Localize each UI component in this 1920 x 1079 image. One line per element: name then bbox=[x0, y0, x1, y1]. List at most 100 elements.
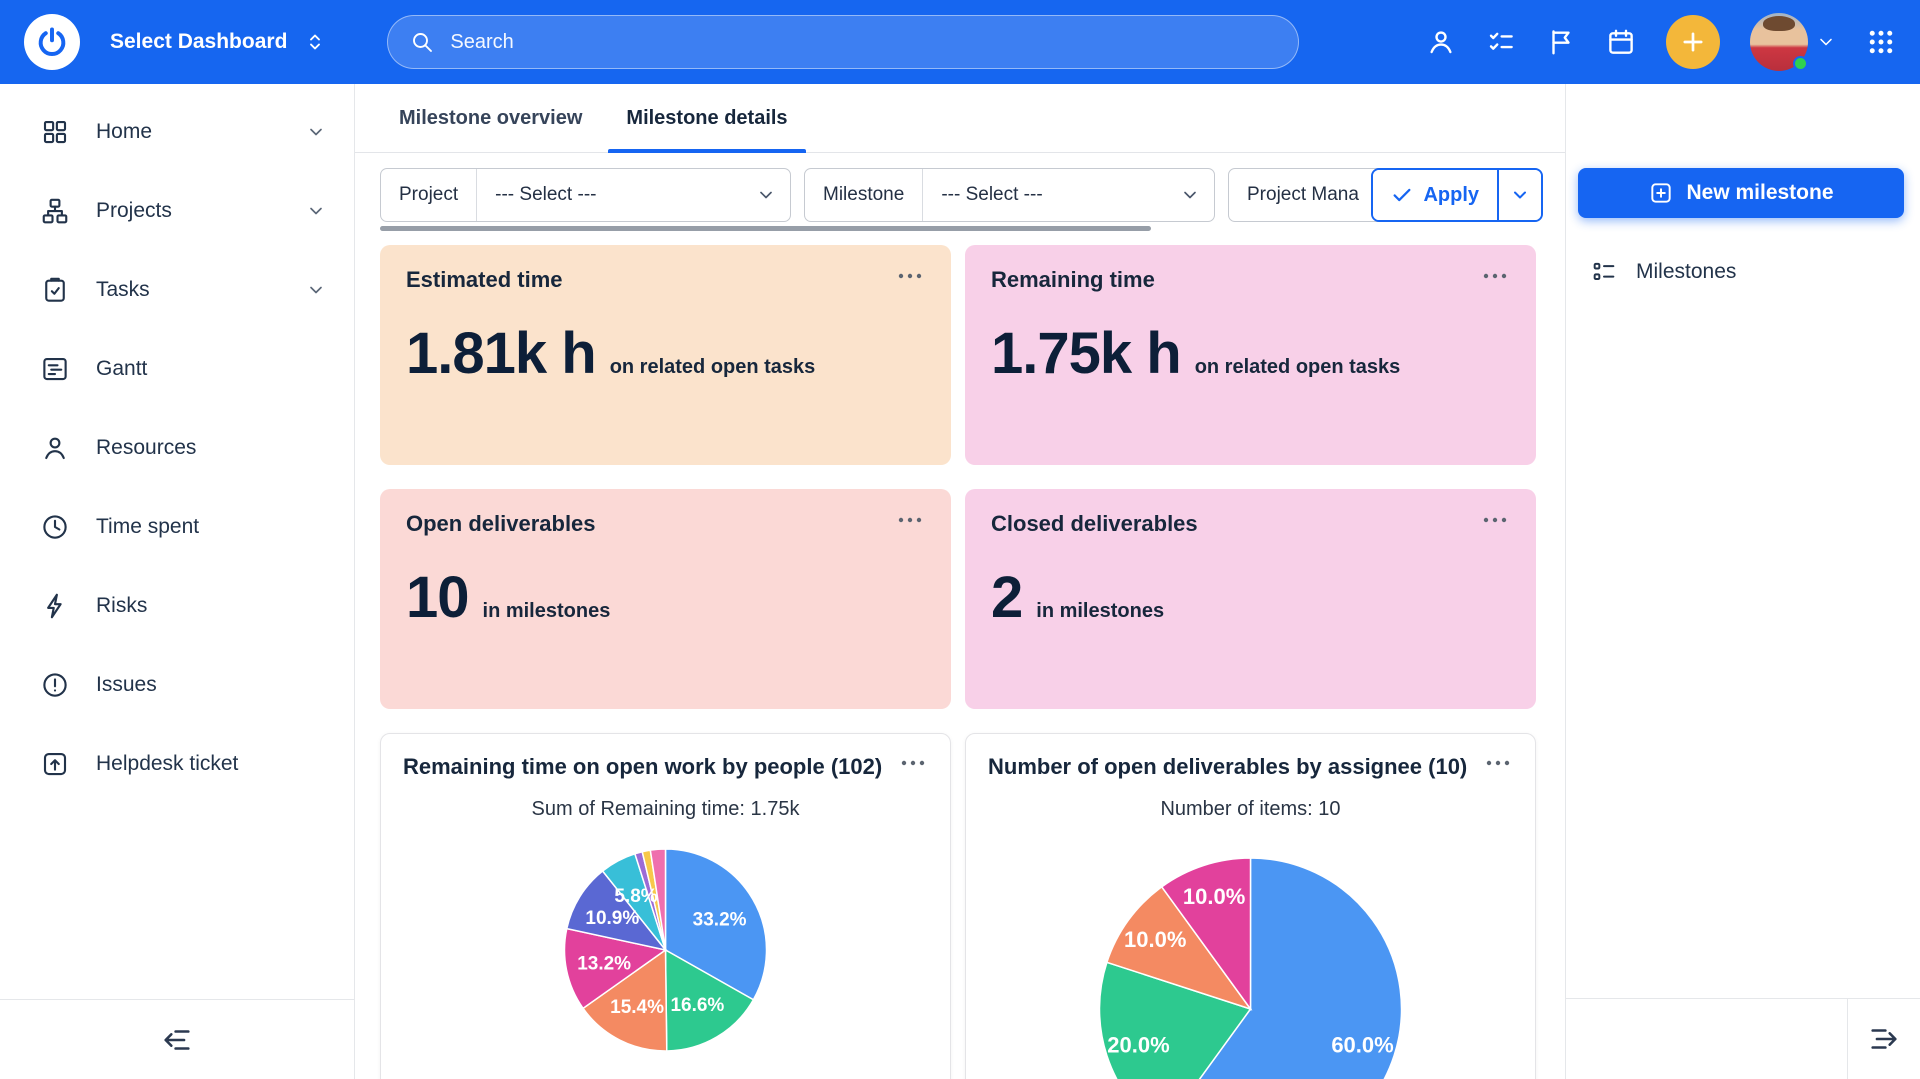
check-icon bbox=[1391, 184, 1413, 206]
sidebar-item-time-spent[interactable]: Time spent bbox=[0, 487, 354, 566]
ellipsis-icon bbox=[1482, 515, 1508, 525]
sidebar-item-label: Time spent bbox=[96, 515, 326, 539]
kpi-card-remaining-time: Remaining time 1.75k h on related open t… bbox=[965, 245, 1536, 465]
milestone-list-icon bbox=[1590, 258, 1618, 286]
sidebar-item-tasks[interactable]: Tasks bbox=[0, 250, 354, 329]
apply-button-group: Apply bbox=[1371, 168, 1543, 222]
sidebar-item-resources[interactable]: Resources bbox=[0, 408, 354, 487]
filter-milestone: Milestone --- Select --- bbox=[804, 168, 1215, 222]
sidebar-item-issues[interactable]: Issues bbox=[0, 645, 354, 724]
issue-icon bbox=[40, 670, 70, 700]
tab-milestone-details[interactable]: Milestone details bbox=[608, 84, 805, 152]
chart-title: Remaining time on open work by people (1… bbox=[403, 754, 882, 780]
select-value: --- Select --- bbox=[941, 184, 1042, 206]
tab-bar: Milestone overview Milestone details bbox=[355, 84, 1565, 153]
select-value: --- Select --- bbox=[495, 184, 596, 206]
pie-slice-label: 5.8% bbox=[614, 886, 657, 907]
sidebar-item-label: Issues bbox=[96, 673, 326, 697]
sidebar-item-gantt[interactable]: Gantt bbox=[0, 329, 354, 408]
sidebar-item-label: Home bbox=[96, 120, 280, 144]
filter-bar: Project --- Select --- Milestone --- Sel… bbox=[380, 168, 1543, 222]
pie-chart-remaining-time: 33.2%16.6%15.4%13.2%10.9%5.8% bbox=[403, 825, 928, 1079]
chevron-down-icon[interactable] bbox=[306, 201, 326, 221]
apply-label: Apply bbox=[1423, 184, 1479, 207]
kpi-value: 1.75k h bbox=[991, 325, 1181, 383]
card-menu-button[interactable] bbox=[898, 754, 928, 772]
sidebar-item-label: Risks bbox=[96, 594, 326, 618]
resources-icon bbox=[40, 433, 70, 463]
checklist-icon[interactable] bbox=[1486, 27, 1516, 57]
user-icon[interactable] bbox=[1426, 27, 1456, 57]
apply-button[interactable]: Apply bbox=[1373, 170, 1497, 220]
sidebar-item-label: Projects bbox=[96, 199, 280, 223]
page-layout: Home Projects Tasks bbox=[0, 84, 1920, 1079]
expand-panel-icon[interactable] bbox=[1867, 1022, 1901, 1056]
sidebar-nav: Home Projects Tasks bbox=[0, 84, 354, 803]
search-input[interactable] bbox=[448, 30, 1276, 55]
card-menu-button[interactable] bbox=[1480, 267, 1510, 285]
sidebar-item-helpdesk-ticket[interactable]: Helpdesk ticket bbox=[0, 724, 354, 803]
panel-item-milestones[interactable]: Milestones bbox=[1578, 250, 1904, 294]
filter-label: Project Mana bbox=[1247, 184, 1359, 206]
tab-label: Milestone overview bbox=[399, 107, 582, 130]
collapse-sidebar-icon[interactable] bbox=[160, 1023, 194, 1057]
kpi-caption: in milestones bbox=[1036, 600, 1164, 623]
expand-panel-box bbox=[1847, 999, 1920, 1079]
kpi-grid: Estimated time 1.81k h on related open t… bbox=[380, 245, 1543, 709]
apply-dropdown-button[interactable] bbox=[1497, 170, 1541, 220]
pie-slice-label: 16.6% bbox=[670, 995, 724, 1016]
kpi-value: 2 bbox=[991, 569, 1022, 627]
sidebar-item-label: Resources bbox=[96, 436, 326, 460]
plus-icon bbox=[1679, 28, 1707, 56]
search-bar[interactable] bbox=[387, 15, 1299, 69]
filter-project: Project --- Select --- bbox=[380, 168, 791, 222]
sidebar-item-projects[interactable]: Projects bbox=[0, 171, 354, 250]
chart-subtitle: Number of items: 10 bbox=[988, 798, 1513, 821]
ellipsis-icon bbox=[900, 758, 926, 768]
chevron-down-icon[interactable] bbox=[306, 122, 326, 142]
search-icon bbox=[410, 30, 434, 54]
sidebar-item-label: Helpdesk ticket bbox=[96, 752, 326, 776]
tab-label: Milestone details bbox=[626, 107, 787, 130]
chart-card-remaining-time-by-people: Remaining time on open work by people (1… bbox=[380, 733, 951, 1079]
sidebar: Home Projects Tasks bbox=[0, 84, 355, 1079]
helpdesk-icon bbox=[40, 749, 70, 779]
avatar[interactable] bbox=[1750, 13, 1808, 71]
chevron-down-icon bbox=[1510, 185, 1530, 205]
add-button[interactable] bbox=[1666, 15, 1720, 69]
filter-label: Milestone bbox=[805, 169, 923, 221]
app-logo[interactable] bbox=[24, 14, 80, 70]
tasks-icon bbox=[40, 275, 70, 305]
tab-milestone-overview[interactable]: Milestone overview bbox=[381, 84, 600, 152]
new-milestone-label: New milestone bbox=[1686, 181, 1833, 205]
pie-chart-deliverables: 60.0%20.0%10.0%10.0% bbox=[988, 825, 1513, 1079]
dashboard-selector[interactable]: Select Dashboard bbox=[110, 30, 327, 54]
card-menu-button[interactable] bbox=[1480, 511, 1510, 529]
milestone-select[interactable]: --- Select --- bbox=[923, 169, 1214, 221]
chart-grid: Remaining time on open work by people (1… bbox=[380, 733, 1543, 1079]
main-area: Milestone overview Milestone details Pro… bbox=[355, 84, 1565, 1079]
chevron-down-icon[interactable] bbox=[306, 280, 326, 300]
unfold-icon bbox=[303, 30, 327, 54]
apps-grid-icon[interactable] bbox=[1866, 27, 1896, 57]
ellipsis-icon bbox=[1485, 758, 1511, 768]
user-menu[interactable] bbox=[1750, 13, 1836, 71]
kpi-title: Open deliverables bbox=[406, 511, 596, 537]
card-menu-button[interactable] bbox=[895, 267, 925, 285]
project-select[interactable]: --- Select --- bbox=[477, 169, 790, 221]
sidebar-item-risks[interactable]: Risks bbox=[0, 566, 354, 645]
sidebar-item-label: Tasks bbox=[96, 278, 280, 302]
lightning-icon bbox=[40, 591, 70, 621]
chevron-down-icon bbox=[1816, 32, 1836, 52]
calendar-icon[interactable] bbox=[1606, 27, 1636, 57]
horizontal-scrollbar[interactable] bbox=[380, 226, 1151, 231]
clock-icon bbox=[40, 512, 70, 542]
chart-title: Number of open deliverables by assignee … bbox=[988, 754, 1467, 780]
filter-label: Project bbox=[381, 169, 477, 221]
sidebar-item-home[interactable]: Home bbox=[0, 92, 354, 171]
flag-icon[interactable] bbox=[1546, 27, 1576, 57]
new-milestone-button[interactable]: New milestone bbox=[1578, 168, 1904, 218]
card-menu-button[interactable] bbox=[1483, 754, 1513, 772]
card-menu-button[interactable] bbox=[895, 511, 925, 529]
online-status-dot bbox=[1793, 56, 1808, 71]
